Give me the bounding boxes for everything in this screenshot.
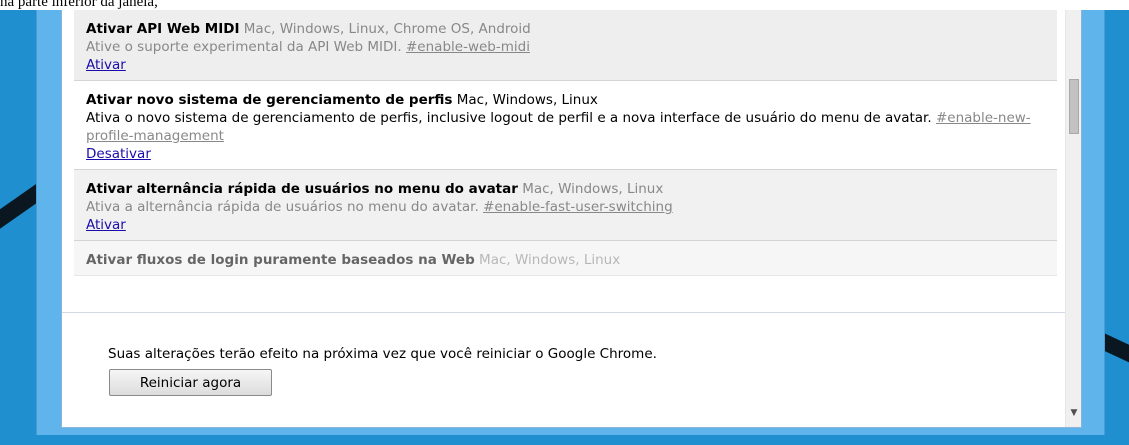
enable-link[interactable]: Ativar xyxy=(86,56,126,74)
experiment-web-based-signin: Ativar fluxos de login puramente baseado… xyxy=(74,241,1057,276)
enable-link[interactable]: Ativar xyxy=(86,216,126,234)
scrollbar-thumb[interactable] xyxy=(1069,79,1079,134)
disable-link[interactable]: Desativar xyxy=(86,145,151,163)
experiments-list: Ativar API Web MIDI Mac, Windows, Linux,… xyxy=(74,10,1057,276)
triangle-down-icon[interactable]: ▼ xyxy=(1069,408,1079,418)
experiment-platforms: Mac, Windows, Linux xyxy=(522,181,664,197)
experiment-flag-link[interactable]: #enable-web-midi xyxy=(406,39,530,55)
experiment-description: Ative o suporte experimental da API Web … xyxy=(86,39,402,55)
restart-footer: Suas alterações terão efeito na próxima … xyxy=(62,313,1065,427)
experiment-web-midi: Ativar API Web MIDI Mac, Windows, Linux,… xyxy=(74,10,1057,81)
experiment-name: Ativar alternância rápida de usuários no… xyxy=(86,181,518,197)
chrome-flags-window: Ativar API Web MIDI Mac, Windows, Linux,… xyxy=(61,10,1082,428)
experiment-platforms: Mac, Windows, Linux xyxy=(456,92,598,108)
desktop-background: Ativar API Web MIDI Mac, Windows, Linux,… xyxy=(0,10,1129,445)
list-fade-overlay xyxy=(62,292,1065,312)
experiment-description: Ativa o novo sistema de gerenciamento de… xyxy=(86,110,932,126)
experiment-platforms: Mac, Windows, Linux xyxy=(479,252,621,268)
experiment-new-profile-management: Ativar novo sistema de gerenciamento de … xyxy=(74,81,1057,170)
vertical-scrollbar[interactable]: ▼ xyxy=(1065,10,1081,427)
experiment-description: Ativa a alternância rápida de usuários n… xyxy=(86,199,479,215)
experiment-fast-user-switching: Ativar alternância rápida de usuários no… xyxy=(74,170,1057,241)
experiment-name: Ativar fluxos de login puramente baseado… xyxy=(86,252,475,268)
experiment-name: Ativar novo sistema de gerenciamento de … xyxy=(86,92,453,108)
experiment-flag-link[interactable]: #enable-fast-user-switching xyxy=(483,199,673,215)
experiment-platforms: Mac, Windows, Linux, Chrome OS, Android xyxy=(243,21,531,37)
caption-text: na parte inferior da janela, xyxy=(0,0,158,10)
experiment-name: Ativar API Web MIDI xyxy=(86,21,240,37)
restart-now-button[interactable]: Reiniciar agora xyxy=(109,369,272,396)
experiments-list-viewport: Ativar API Web MIDI Mac, Windows, Linux,… xyxy=(62,10,1065,312)
restart-notice: Suas alterações terão efeito na próxima … xyxy=(108,346,657,362)
window-frame: Ativar API Web MIDI Mac, Windows, Linux,… xyxy=(36,10,1105,435)
